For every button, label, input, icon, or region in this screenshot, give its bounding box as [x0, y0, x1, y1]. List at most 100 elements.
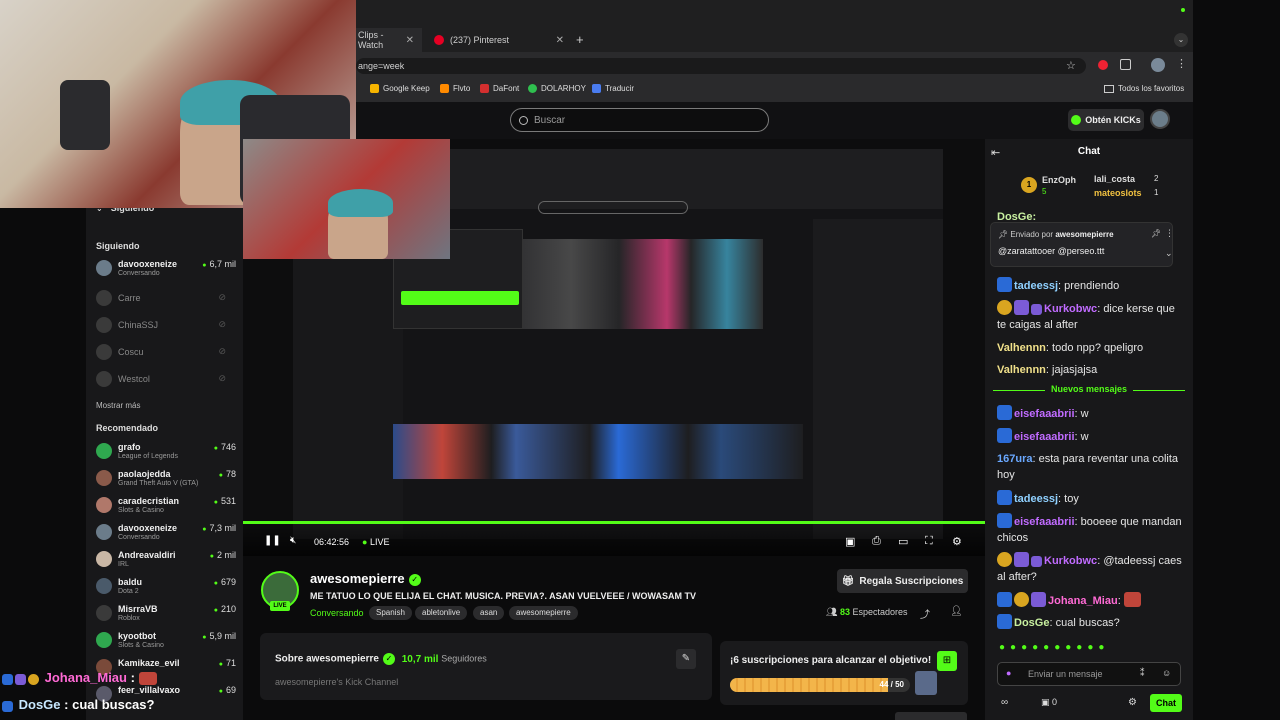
profile-icon[interactable]	[1151, 58, 1165, 72]
bookmark-google-keep[interactable]: Google Keep	[370, 84, 430, 93]
channel-name-heading[interactable]: awesomepierre ✓	[310, 571, 421, 586]
sidebar-item-coscu[interactable]: Coscu ⊘	[96, 341, 236, 363]
chat-user[interactable]: DosGe	[1014, 617, 1049, 629]
theater-icon[interactable]: ▣	[845, 535, 855, 548]
channel-name: feer_villalvaxo	[118, 685, 181, 695]
fullscreen-icon[interactable]: ⛶	[925, 535, 933, 548]
address-bar[interactable]: ange=week	[356, 58, 1086, 74]
chat-user[interactable]: Kurkobwc	[1044, 303, 1097, 315]
goal-gift-icon[interactable]: ⊞	[937, 651, 957, 671]
category-link[interactable]: Conversando	[310, 608, 364, 618]
chat-settings-icon[interactable]: ⚙	[1128, 697, 1137, 708]
channel-category: Grand Theft Auto V (GTA)	[118, 480, 199, 487]
search-icon	[519, 115, 528, 125]
user-avatar[interactable]	[1150, 109, 1170, 129]
extensions-icon[interactable]	[1120, 59, 1131, 70]
emoji-icon[interactable]: ☺	[1162, 668, 1171, 678]
menu-icon[interactable]: ⋮	[1176, 57, 1187, 70]
live-indicator[interactable]: ● LIVE	[362, 537, 389, 547]
gift-subs-button[interactable]: 🎁︎ Regala Suscripciones	[837, 569, 968, 593]
get-kicks-button[interactable]: Obtén KICKs	[1068, 109, 1144, 131]
sidebar-item-grafo[interactable]: grafoLeague of Legends 746	[96, 440, 236, 462]
pause-icon[interactable]: ❚❚	[264, 535, 281, 546]
chat-user[interactable]: Valhennn	[997, 364, 1046, 376]
bookmark-traducir[interactable]: Traducir	[592, 84, 634, 93]
send-chat-button[interactable]: Chat	[1150, 694, 1182, 712]
channel-name: davooxeneize	[118, 259, 178, 269]
new-tab-icon[interactable]: +	[576, 32, 584, 47]
follow-user-icon[interactable]: 👤︎	[950, 606, 963, 617]
chat-user[interactable]: Johana_Miau	[1048, 595, 1118, 607]
tag-awesomepierre[interactable]: awesomepierre	[509, 606, 578, 620]
bookmark-dafont[interactable]: DaFont	[480, 84, 519, 93]
bookmark-dolarhoy[interactable]: DOLARHOY	[528, 84, 586, 93]
chat-input[interactable]: ● Enviar un mensaje ⁑ ☺	[997, 662, 1181, 686]
sidebar-item-davooxeneize-rec[interactable]: davooxeneizeConversando 7,3 mil	[96, 521, 236, 543]
tag-asan[interactable]: asan	[473, 606, 505, 620]
star-icon[interactable]: ☆	[1066, 59, 1076, 72]
sidebar-item-caradecristian[interactable]: caradecristianSlots & Casino 531	[96, 494, 236, 516]
emote-bar[interactable]: ●●●●●●●●●●	[999, 642, 1183, 656]
offline-icon: ⊘	[218, 319, 226, 329]
pinned-message[interactable]: 📌︎ Enviado por awesomepierre @zaratattoo…	[990, 222, 1174, 267]
pinterest-icon	[434, 35, 444, 45]
badge-icon	[2, 701, 13, 712]
show-more-link[interactable]: Mostrar más	[96, 401, 140, 410]
sidebar-item-chinassj[interactable]: ChinaSSJ ⊘	[96, 314, 236, 336]
chat-user[interactable]: Kurkobwc	[1044, 555, 1097, 567]
progress-bar[interactable]	[243, 521, 985, 524]
channel-name: Andreavaldiri	[118, 550, 176, 560]
webcam-overlay-secondary	[243, 139, 450, 259]
chat-user[interactable]: tadeessj	[1014, 493, 1058, 505]
chat-message: Kurkobwc: @tadeessj caes al after?	[997, 552, 1183, 585]
extension-icon[interactable]	[1098, 60, 1108, 70]
unpin-icon[interactable]: 📌︎	[1151, 229, 1161, 238]
channel-name: baldu	[118, 577, 142, 587]
settings-gear-icon[interactable]: ⚙	[952, 535, 962, 548]
goal-progress-text: 44 / 50	[879, 680, 904, 689]
bookmark-label: DOLARHOY	[541, 84, 586, 93]
sidebar-item-misrravb[interactable]: MisrraVBRoblox 210	[96, 602, 236, 624]
overlay-chat-line-1: Johana_Miau :	[2, 670, 159, 685]
close-icon[interactable]: ✕	[556, 35, 564, 46]
chat-text: toy	[1064, 493, 1079, 505]
miniplayer-icon[interactable]: ▭	[898, 535, 908, 548]
chat-user[interactable]: eisefaaabrii	[1014, 516, 1075, 528]
tab-pinterest[interactable]: (237) Pinterest ✕	[426, 28, 572, 52]
chat-user[interactable]: Valhennn	[997, 342, 1046, 354]
sidebar-item-carre[interactable]: Carre ⊘	[96, 287, 236, 309]
kicks-chat-icon[interactable]: ∞	[1001, 697, 1008, 708]
search-input[interactable]: Buscar	[510, 108, 769, 132]
badge-icon	[997, 552, 1012, 567]
chat-user[interactable]: eisefaaabrii	[1014, 408, 1075, 420]
chevron-down-icon[interactable]: ⌄	[1174, 33, 1188, 47]
tag-abletonlive[interactable]: abletonlive	[415, 606, 468, 620]
sidebar-item-paolaojedda[interactable]: paolaojeddaGrand Theft Auto V (GTA) 78	[96, 467, 236, 489]
partial-button[interactable]	[895, 712, 967, 720]
bookmark-label: Traducir	[605, 84, 635, 93]
close-icon[interactable]: ✕	[406, 35, 414, 46]
gifter-1-count: 5	[1042, 187, 1047, 196]
chat-user[interactable]: 167ura	[997, 453, 1032, 465]
subscription-goal-panel: ¡6 suscripciones para alcanzar el objeti…	[720, 641, 968, 705]
edit-pencil-icon[interactable]: ✎	[676, 649, 696, 669]
expand-chevron-icon[interactable]: ⌄	[1165, 248, 1173, 259]
more-icon[interactable]: ⋮	[1165, 228, 1174, 239]
sidebar-item-westcol[interactable]: Westcol ⊘	[96, 368, 236, 390]
sidebar-item-davooxeneize[interactable]: davooxeneize Conversando 6,7 mil	[96, 257, 236, 279]
tag-spanish[interactable]: Spanish	[369, 606, 412, 620]
bookmark-flvto[interactable]: Flvto	[440, 84, 470, 93]
sidebar-item-kyootbot[interactable]: kyootbotSlots & Casino 5,9 mil	[96, 629, 236, 651]
top-gifters: 1 EnzOph 5 lali_costa 2 mateoslots 1	[985, 165, 1193, 209]
bookmark-all-favorites[interactable]: Todos los favoritos	[1104, 84, 1184, 93]
clip-icon[interactable]: ⎙	[872, 535, 881, 548]
sidebar-item-andreavaldiri[interactable]: AndreavaldiriIRL 2 mil	[96, 548, 236, 570]
tab-clips[interactable]: Clips - Watch ✕	[350, 28, 422, 52]
chat-user[interactable]: eisefaaabrii	[1014, 431, 1075, 443]
chat-user[interactable]: tadeessj	[1014, 280, 1058, 292]
sidebar-item-baldu[interactable]: balduDota 2 679	[96, 575, 236, 597]
translate-icon[interactable]: ⁑	[1140, 668, 1145, 679]
bookmark-label: Flvto	[453, 84, 471, 93]
mute-icon[interactable]: 🔇︎	[290, 535, 296, 546]
share-icon[interactable]: ⤴	[920, 606, 930, 621]
